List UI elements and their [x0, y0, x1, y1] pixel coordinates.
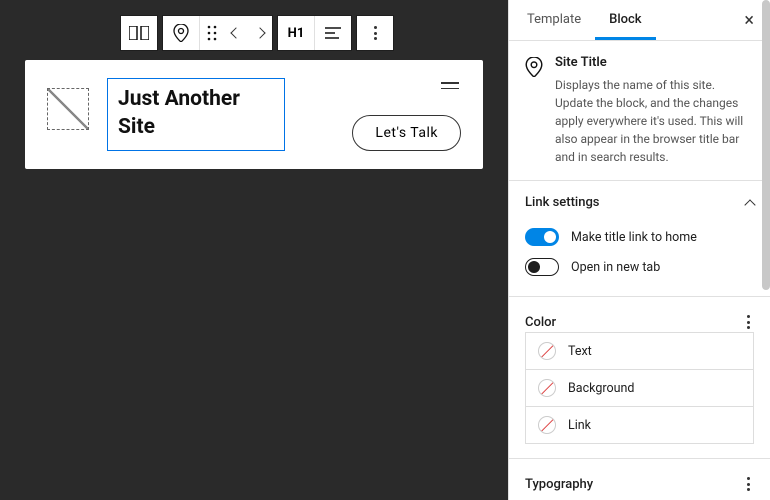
color-swatch-icon [538, 342, 556, 360]
color-section: Color Text Background Link [509, 297, 770, 459]
editor-canvas: H1 Just Another Site Let's Talk [0, 0, 508, 500]
page-preview: Just Another Site Let's Talk [25, 60, 483, 169]
typography-header[interactable]: Typography [525, 473, 754, 495]
color-header[interactable]: Color [525, 311, 754, 333]
link-settings-section: Link settings Make title link to home Op… [509, 181, 770, 297]
site-logo-placeholder[interactable] [47, 88, 89, 130]
drag-handle[interactable] [200, 15, 224, 51]
toggle-link-home[interactable] [525, 228, 559, 246]
dots-vertical-icon [370, 22, 381, 44]
color-label: Link [568, 418, 591, 433]
move-right-button[interactable] [248, 15, 272, 51]
dots-vertical-icon[interactable] [743, 311, 754, 333]
section-title: Color [525, 315, 556, 330]
heading-level-button[interactable]: H1 [278, 15, 314, 51]
dots-vertical-icon[interactable] [743, 473, 754, 495]
block-title: Site Title [555, 55, 754, 70]
tab-block[interactable]: Block [595, 0, 655, 40]
more-options-button[interactable] [357, 15, 393, 51]
move-left-button[interactable] [224, 15, 248, 51]
sidebar-tabs: Template Block × [509, 0, 770, 41]
scrollbar[interactable] [762, 0, 770, 290]
color-swatch-icon [538, 416, 556, 434]
toggle-new-tab[interactable] [525, 258, 559, 276]
chevron-up-icon [744, 199, 755, 210]
color-text-row[interactable]: Text [525, 332, 754, 370]
close-sidebar-button[interactable]: × [732, 10, 766, 31]
block-info-section: Site Title Displays the name of this sit… [509, 41, 770, 181]
toggle-label: Make title link to home [571, 230, 697, 245]
toggle-new-tab-row: Open in new tab [525, 252, 754, 282]
block-description: Displays the name of this site. Update t… [555, 76, 754, 166]
cta-button[interactable]: Let's Talk [352, 115, 461, 151]
color-label: Text [568, 344, 592, 359]
site-title-block[interactable]: Just Another Site [107, 78, 285, 151]
tab-template[interactable]: Template [513, 0, 595, 40]
settings-sidebar: Template Block × Site Title Displays the… [508, 0, 770, 500]
color-label: Background [568, 381, 634, 396]
color-swatch-icon [538, 379, 556, 397]
color-link-row[interactable]: Link [525, 406, 754, 444]
color-background-row[interactable]: Background [525, 369, 754, 407]
map-pin-icon [525, 57, 543, 166]
menu-icon[interactable] [441, 78, 459, 93]
section-title: Typography [525, 477, 593, 492]
typography-section: Typography [509, 459, 770, 500]
toggle-link-home-row: Make title link to home [525, 222, 754, 252]
block-toolbar: H1 [120, 15, 394, 51]
align-button[interactable] [315, 15, 351, 51]
block-type-button[interactable] [121, 15, 157, 51]
link-settings-header[interactable]: Link settings [525, 195, 754, 210]
toggle-label: Open in new tab [571, 260, 660, 275]
section-title: Link settings [525, 195, 600, 210]
select-parent-button[interactable] [163, 15, 199, 51]
